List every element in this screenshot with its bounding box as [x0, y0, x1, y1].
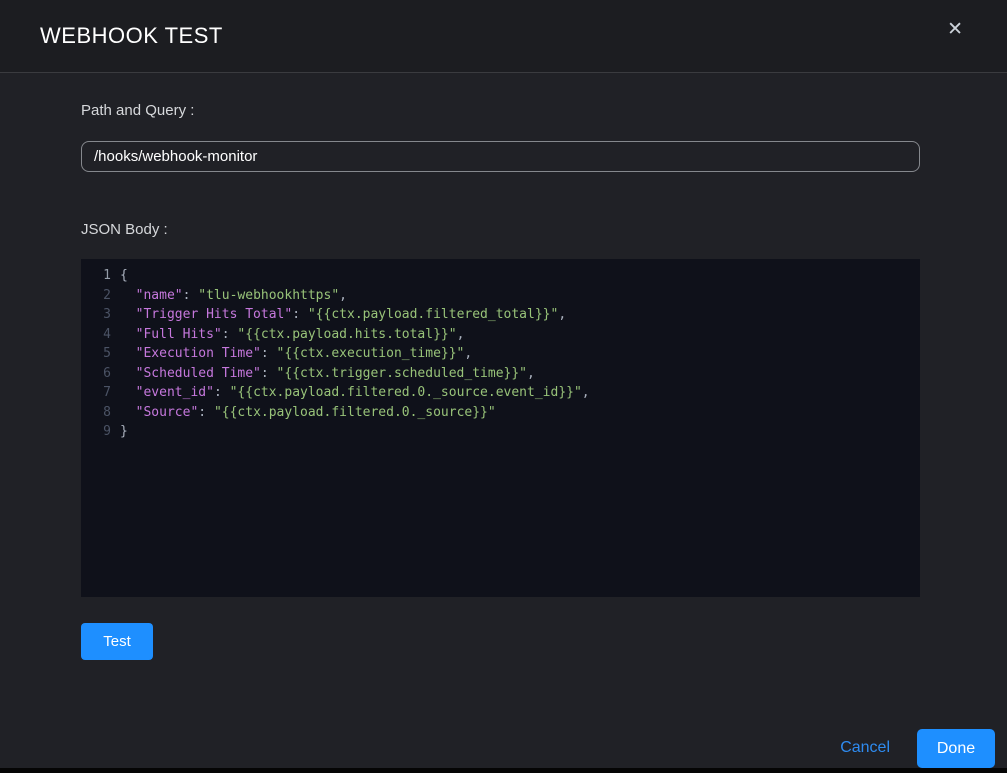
- json-body-editor[interactable]: 1{2 "name": "tlu-webhookhttps",3 "Trigge…: [81, 259, 920, 597]
- line-number: 9: [81, 422, 111, 442]
- code-text: "name": "tlu-webhookhttps",: [120, 288, 347, 303]
- modal-body: Path and Query : JSON Body : 1{2 "name":…: [0, 73, 1007, 728]
- editor-line: 1{: [81, 266, 920, 286]
- editor-line: 5 "Execution Time": "{{ctx.execution_tim…: [81, 344, 920, 364]
- close-icon[interactable]: ✕: [947, 20, 963, 39]
- code-text: "Scheduled Time": "{{ctx.trigger.schedul…: [120, 366, 535, 381]
- webhook-test-modal: WEBHOOK TEST ✕ Path and Query : JSON Bod…: [0, 0, 1007, 768]
- modal-title: WEBHOOK TEST: [40, 23, 223, 49]
- editor-lines: 1{2 "name": "tlu-webhookhttps",3 "Trigge…: [81, 266, 920, 442]
- line-number: 3: [81, 305, 111, 325]
- editor-line: 2 "name": "tlu-webhookhttps",: [81, 286, 920, 306]
- editor-line: 3 "Trigger Hits Total": "{{ctx.payload.f…: [81, 305, 920, 325]
- path-query-label: Path and Query :: [81, 102, 920, 119]
- line-number: 1: [81, 266, 111, 286]
- editor-line: 8 "Source": "{{ctx.payload.filtered.0._s…: [81, 403, 920, 423]
- code-text: "Full Hits": "{{ctx.payload.hits.total}}…: [120, 327, 464, 342]
- line-number: 4: [81, 325, 111, 345]
- done-button[interactable]: Done: [917, 729, 995, 768]
- cancel-button[interactable]: Cancel: [840, 739, 890, 757]
- code-text: {: [120, 268, 128, 283]
- editor-line: 6 "Scheduled Time": "{{ctx.trigger.sched…: [81, 364, 920, 384]
- line-number: 5: [81, 344, 111, 364]
- line-number: 2: [81, 286, 111, 306]
- editor-line: 4 "Full Hits": "{{ctx.payload.hits.total…: [81, 325, 920, 345]
- code-text: "Source": "{{ctx.payload.filtered.0._sou…: [120, 405, 496, 420]
- line-number: 6: [81, 364, 111, 384]
- json-body-label: JSON Body :: [81, 221, 920, 238]
- editor-line: 9}: [81, 422, 920, 442]
- modal-header: WEBHOOK TEST ✕: [0, 0, 1007, 73]
- path-query-input[interactable]: [81, 141, 920, 172]
- line-number: 8: [81, 403, 111, 423]
- code-text: "event_id": "{{ctx.payload.filtered.0._s…: [120, 385, 590, 400]
- editor-line: 7 "event_id": "{{ctx.payload.filtered.0.…: [81, 383, 920, 403]
- code-text: }: [120, 424, 128, 439]
- code-text: "Execution Time": "{{ctx.execution_time}…: [120, 346, 472, 361]
- line-number: 7: [81, 383, 111, 403]
- page-background-strip: [0, 768, 1007, 773]
- code-text: "Trigger Hits Total": "{{ctx.payload.fil…: [120, 307, 566, 322]
- test-button[interactable]: Test: [81, 623, 153, 660]
- modal-footer: Cancel Done: [0, 728, 1007, 768]
